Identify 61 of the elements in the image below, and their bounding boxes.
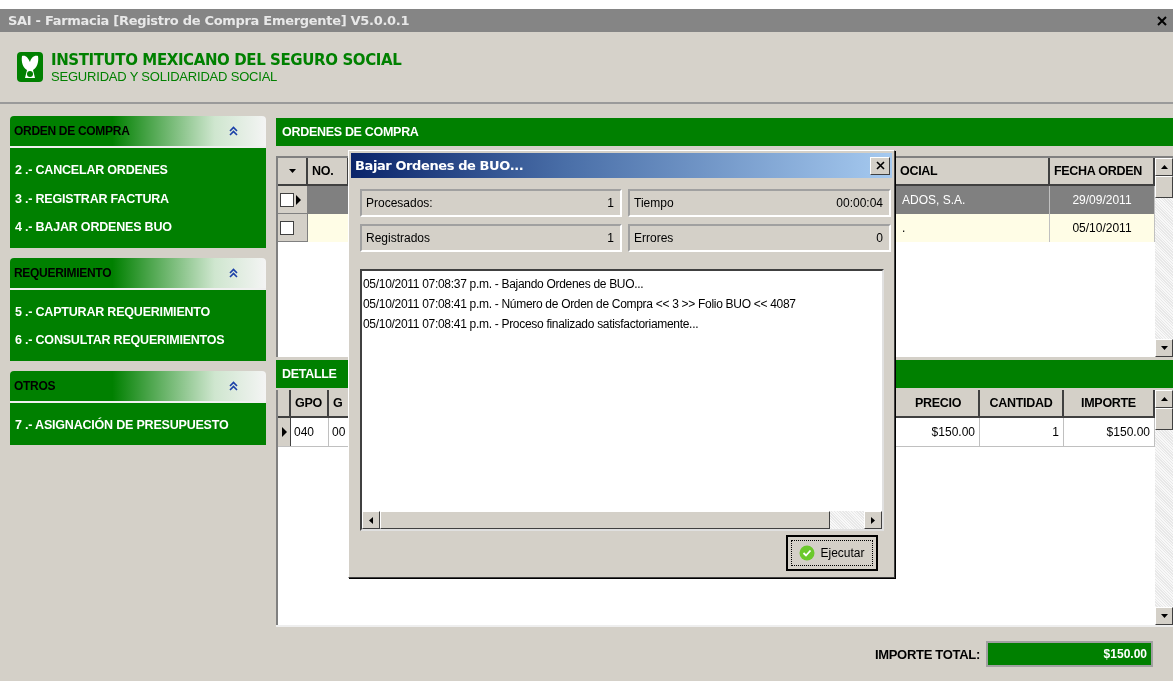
stat-value: 00:00:04 [836,196,883,210]
column-header[interactable]: GPO [291,390,329,418]
execute-button[interactable]: Ejecutar [786,535,878,571]
close-icon [875,161,885,170]
section-title-bar: ORDENES DE COMPRA [276,118,1173,146]
check-circle-icon [799,545,816,561]
right-arrow-icon [871,516,875,524]
stat-value: 1 [607,196,614,210]
log-line: 05/10/2011 07:08:41 p.m. - Proceso finalizado satisfactoriamente... [363,316,700,333]
scroll-thumb[interactable] [1155,176,1173,198]
table-cell: $150.00 [898,418,980,446]
row-pointer-icon [281,427,287,437]
table-cell: 1 [980,418,1064,446]
sidebar-item[interactable]: 3 .- REGISTRAR FACTURA [15,184,266,213]
stat-label: Tiempo [634,196,674,210]
vertical-scrollbar[interactable] [1155,390,1173,625]
group-header[interactable]: OTROS [10,370,266,403]
down-arrow-icon [1160,346,1168,350]
close-button[interactable] [870,156,890,175]
vertical-scrollbar[interactable] [1155,158,1173,357]
column-header[interactable]: OCIAL [896,158,1050,186]
collapse-icon [229,126,238,136]
sidebar-item[interactable]: 6 .- CONSULTAR REQUERIMIENTOS [15,326,266,355]
sidebar-item[interactable]: 4 .- BAJAR ORDENES BUO [15,213,266,242]
stat-label: Procesados: [366,196,433,210]
total-label: IMPORTE TOTAL: [874,646,980,662]
collapse-icon [229,380,238,391]
sidebar-item[interactable]: 2 .- CANCELAR ORDENES [15,156,266,185]
institution-name: INSTITUTO MEXICANO DEL SEGURO SOCIAL [51,50,402,69]
group-header[interactable]: ORDEN DE COMPRA [10,116,266,148]
down-arrow-icon [1160,614,1168,618]
column-header[interactable]: NO. [308,158,349,186]
sidebar-item[interactable]: 7 .- ASIGNACIÓN DE PRESUPUESTO [15,410,266,439]
sidebar-item[interactable]: 5 .- CAPTURAR REQUERIMIENTO [15,297,266,326]
stat-label: Errores [634,231,674,245]
table-cell: 040 [291,418,329,446]
scroll-thumb[interactable] [1155,408,1173,430]
up-arrow-icon [1160,397,1168,401]
log-line: 05/10/2011 07:08:41 p.m. - Número de Orden de Compra << 3 >> Folio BUO << 4087 [363,296,797,313]
dialog-title: Bajar Ordenes de BUO... [355,158,524,173]
column-header[interactable]: IMPORTE [1064,390,1155,418]
log-line: 05/10/2011 07:08:37 p.m. - Bajando Ordenes de BUO... [363,276,645,293]
collapse-icon [229,267,238,278]
group-header[interactable]: REQUERIMIENTO [10,257,266,290]
institution-slogan: SEGURIDAD Y SOLIDARIDAD SOCIAL [51,68,279,84]
column-header[interactable]: FECHA ORDEN [1050,158,1155,186]
checkbox[interactable] [280,220,294,235]
dropdown-icon [288,169,296,173]
stat-value: 1 [607,231,614,245]
left-arrow-icon [369,516,373,524]
checkbox[interactable] [280,192,294,207]
window-title: SAI - Farmacia [Registro de Compra Emergente] V5.0.0.1 [8,13,410,28]
total-amount-field: $150.00 [986,641,1153,667]
header-cell[interactable] [278,158,308,186]
stat-value: 0 [876,231,883,245]
column-header[interactable]: PRECIO [898,390,980,418]
logo-icon [17,52,43,82]
up-arrow-icon [1160,165,1168,169]
column-header[interactable]: CANTIDAD [980,390,1064,418]
stat-label: Registrados [366,231,431,245]
close-icon [1157,15,1167,26]
